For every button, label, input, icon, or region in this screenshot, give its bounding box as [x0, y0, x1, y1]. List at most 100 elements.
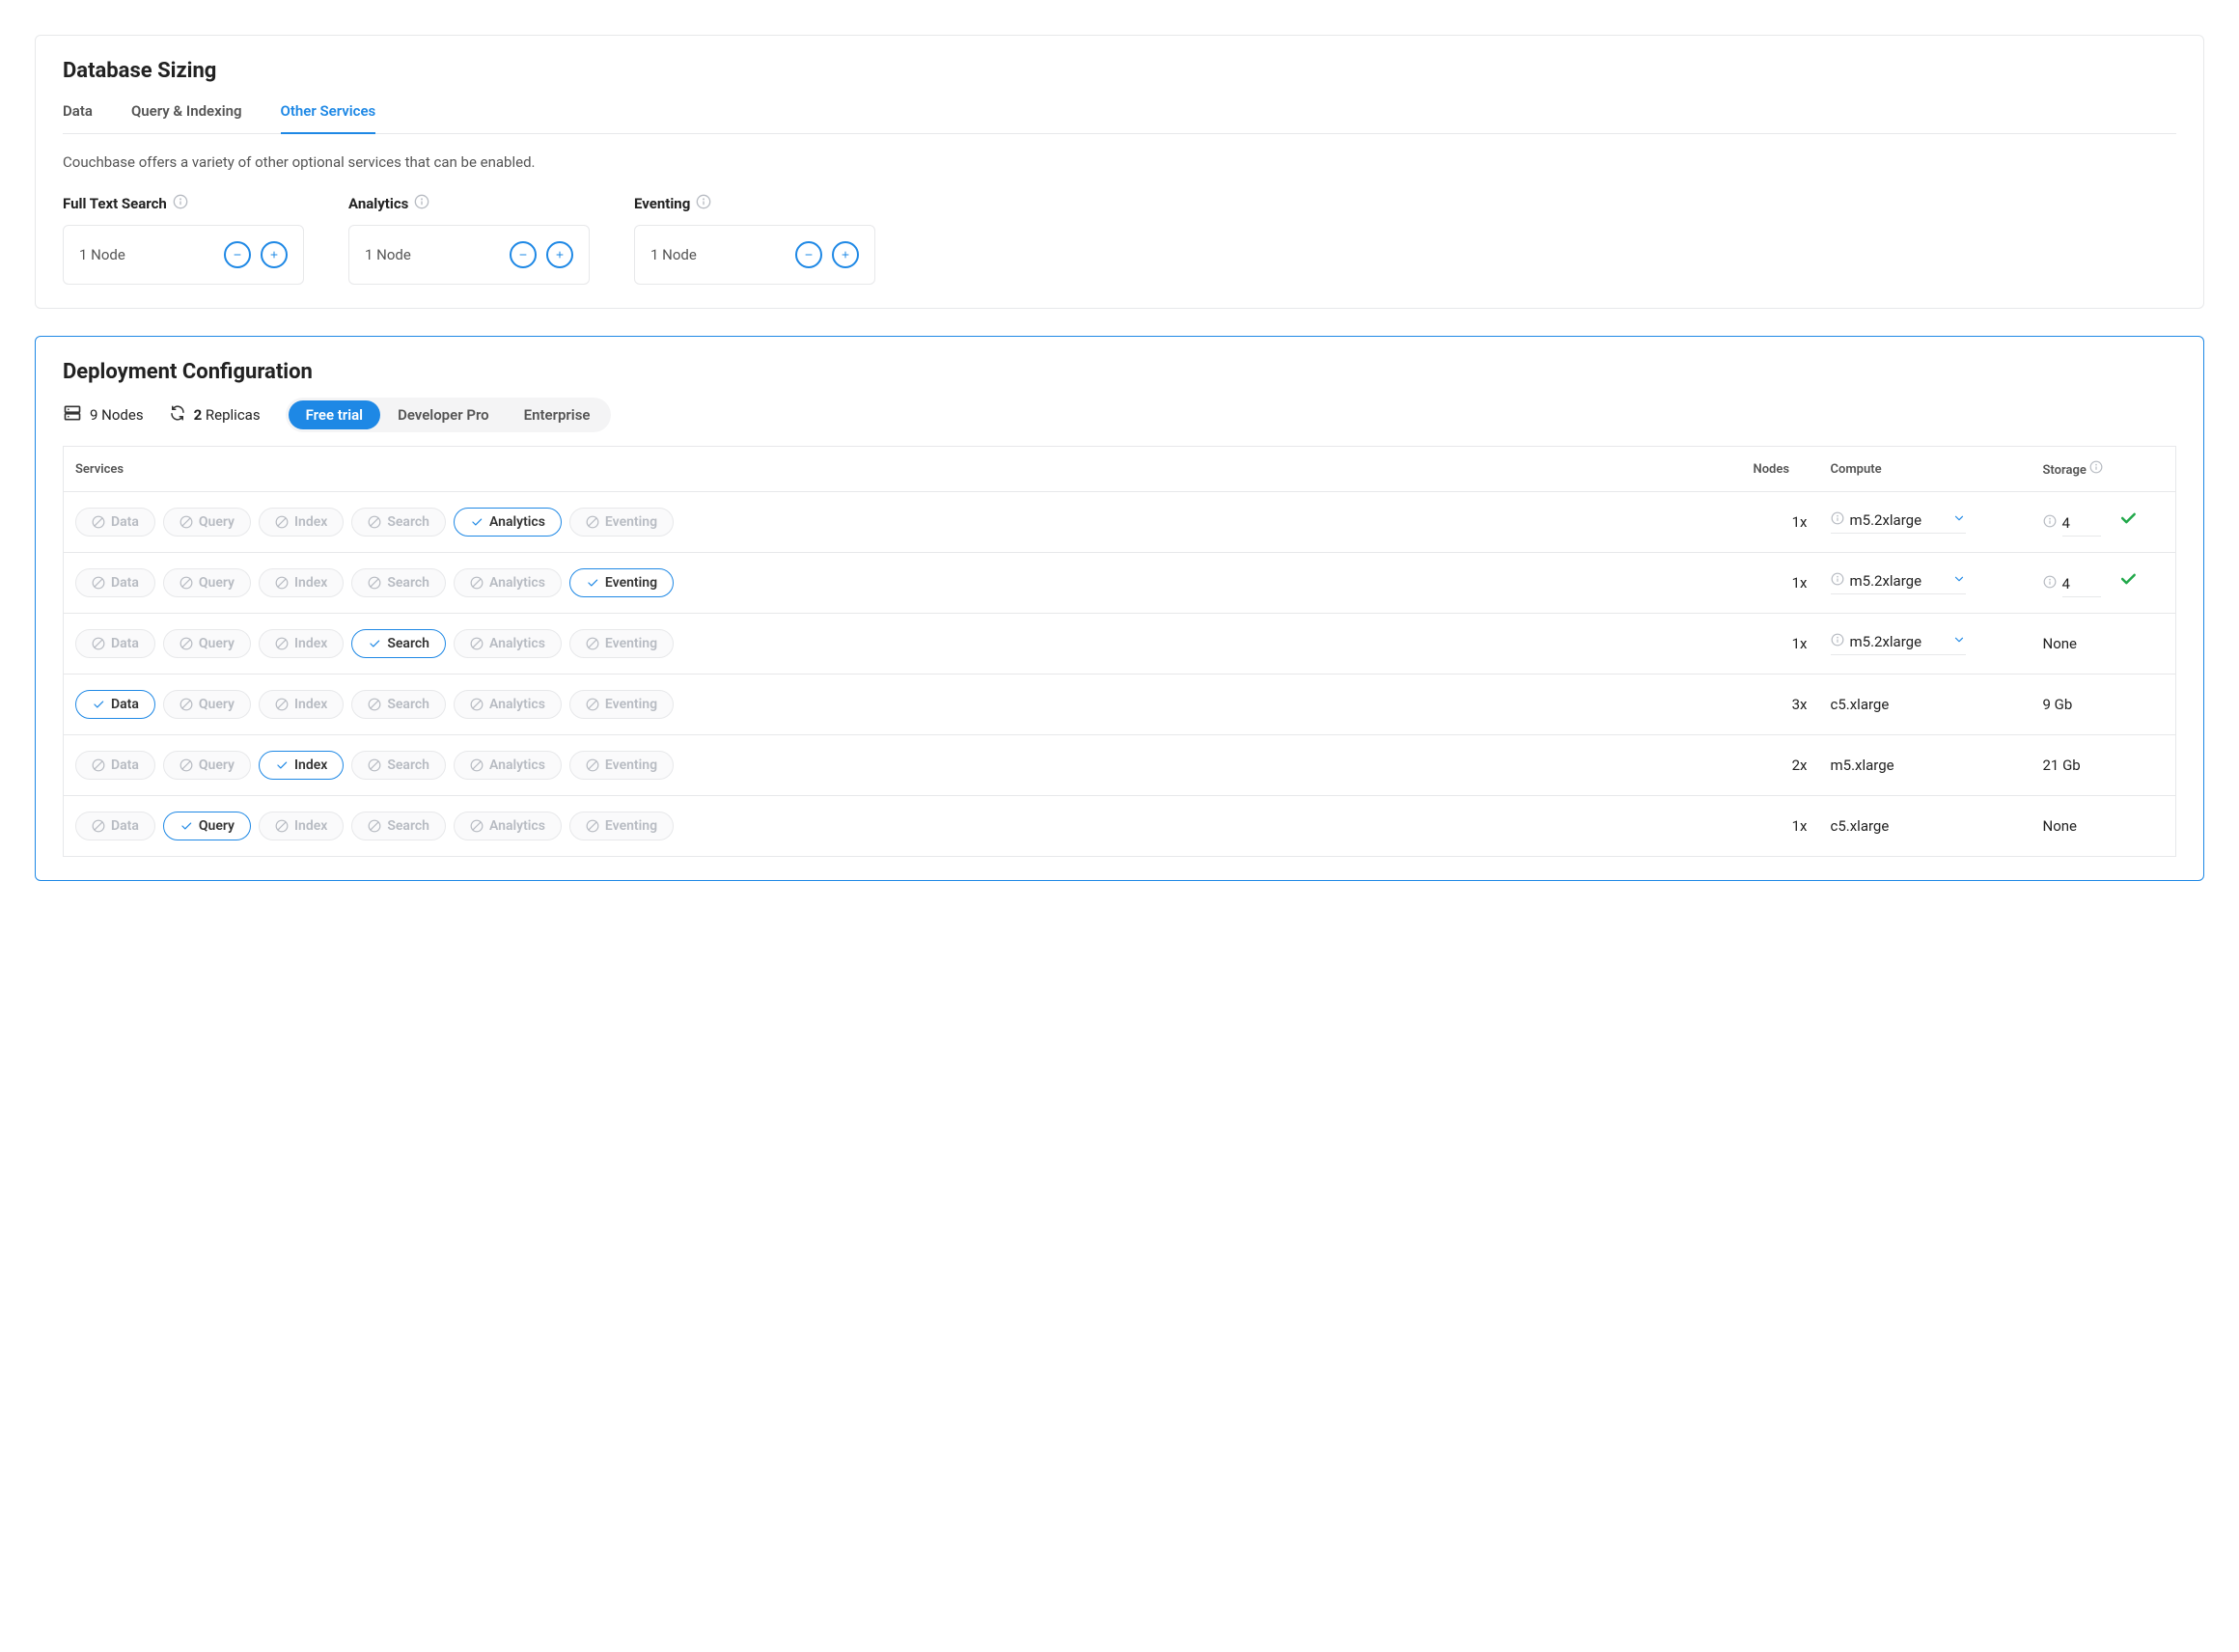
service-pill-eventing[interactable]: Eventing [569, 629, 674, 658]
eventing-increment-button[interactable] [832, 241, 859, 268]
info-icon[interactable] [173, 194, 188, 213]
service-pill-query[interactable]: Query [163, 812, 251, 840]
tab-other-services[interactable]: Other Services [281, 91, 376, 133]
table-row: DataQueryIndexSearchAnalyticsEventing1xc… [64, 796, 2176, 857]
service-pill-analytics[interactable]: Analytics [454, 568, 562, 597]
service-pill-label: Search [387, 514, 429, 530]
service-pill-analytics[interactable]: Analytics [454, 751, 562, 780]
storage-input[interactable]: 4 [2062, 514, 2101, 537]
analytics-increment-button[interactable] [546, 241, 573, 268]
compute-cell: c5.xlarge [1819, 796, 2032, 857]
service-pill-eventing[interactable]: Eventing [569, 508, 674, 537]
compute-cell: m5.xlarge [1819, 735, 2032, 796]
storage-cell: 9 Gb [2032, 675, 2176, 735]
nodes-cell: 1x [1742, 553, 1819, 614]
compute-select[interactable]: m5.2xlarge [1831, 572, 1966, 594]
service-pill-label: Analytics [489, 818, 545, 834]
service-pill-eventing[interactable]: Eventing [569, 690, 674, 719]
check-icon [92, 698, 105, 711]
fts-decrement-button[interactable] [224, 241, 251, 268]
service-pill-search[interactable]: Search [351, 508, 446, 537]
table-row: DataQueryIndexSearchAnalyticsEventing1xm… [64, 614, 2176, 675]
info-icon[interactable] [2089, 463, 2103, 478]
service-pill-index[interactable]: Index [259, 508, 344, 537]
service-pill-eventing[interactable]: Eventing [569, 812, 674, 840]
service-pill-search[interactable]: Search [351, 812, 446, 840]
service-pill-index[interactable]: Index [259, 751, 344, 780]
service-pill-search[interactable]: Search [351, 690, 446, 719]
fts-stepper: 1 Node [63, 225, 304, 285]
sizing-title: Database Sizing [63, 59, 2176, 83]
plan-developer-pro[interactable]: Developer Pro [380, 400, 507, 429]
info-icon[interactable] [414, 194, 429, 213]
services-cell: Data Query Index Search AnalyticsEventing [64, 492, 1742, 553]
service-pill-label: Index [294, 514, 327, 530]
analytics-decrement-button[interactable] [510, 241, 537, 268]
service-pill-query[interactable]: Query [163, 751, 251, 780]
check-icon [368, 637, 381, 650]
service-pill-label: Query [199, 514, 235, 530]
ban-icon [180, 576, 193, 590]
compute-select[interactable]: m5.2xlarge [1831, 511, 1966, 534]
info-icon [1831, 633, 1844, 650]
service-pill-label: Query [199, 636, 235, 651]
service-pill-query[interactable]: Query [163, 690, 251, 719]
service-pill-analytics[interactable]: Analytics [454, 812, 562, 840]
service-pill-label: Search [387, 697, 429, 712]
storage-input[interactable]: 4 [2062, 575, 2101, 597]
compute-value: m5.2xlarge [1850, 511, 1922, 529]
col-storage: Storage [2032, 447, 2176, 492]
compute-value: m5.2xlarge [1850, 633, 1922, 650]
service-pill-label: Eventing [605, 818, 657, 834]
service-pill-index[interactable]: Index [259, 629, 344, 658]
ban-icon [275, 515, 289, 529]
info-icon[interactable] [696, 194, 711, 213]
service-pill-data[interactable]: Data [75, 629, 155, 658]
services-cell: Data Query IndexSearch Analytics Eventing [64, 796, 1742, 857]
ban-icon [92, 515, 105, 529]
compute-value: m5.2xlarge [1850, 572, 1922, 590]
ban-icon [275, 698, 289, 711]
services-cell: Data Query IndexSearch Analytics Eventing [64, 614, 1742, 675]
plan-selector: Free trialDeveloper ProEnterprise [286, 398, 611, 432]
service-pill-label: Eventing [605, 757, 657, 773]
service-pill-index[interactable]: Index [259, 690, 344, 719]
service-pill-analytics[interactable]: Analytics [454, 690, 562, 719]
service-pill-label: Eventing [605, 636, 657, 651]
tab-query-indexing[interactable]: Query & Indexing [131, 91, 242, 133]
service-pill-search[interactable]: Search [351, 568, 446, 597]
service-pill-analytics[interactable]: Analytics [454, 629, 562, 658]
ban-icon [368, 819, 381, 833]
nodes-summary: 9 Nodes [63, 403, 144, 427]
plan-enterprise[interactable]: Enterprise [507, 400, 608, 429]
ban-icon [92, 576, 105, 590]
service-pill-query[interactable]: Query [163, 508, 251, 537]
fts-increment-button[interactable] [261, 241, 288, 268]
service-pill-data[interactable]: Data [75, 568, 155, 597]
service-pill-query[interactable]: Query [163, 629, 251, 658]
service-pill-label: Data [111, 818, 139, 834]
service-pill-data[interactable]: Data [75, 508, 155, 537]
chevron-down-icon [1952, 572, 1966, 590]
compute-cell: m5.2xlarge [1819, 614, 2032, 675]
plan-free-trial[interactable]: Free trial [289, 400, 380, 429]
service-pill-search[interactable]: Search [351, 751, 446, 780]
eventing-decrement-button[interactable] [795, 241, 822, 268]
service-pill-query[interactable]: Query [163, 568, 251, 597]
service-pill-data[interactable]: Data [75, 690, 155, 719]
compute-select[interactable]: m5.2xlarge [1831, 633, 1966, 655]
service-pill-eventing[interactable]: Eventing [569, 751, 674, 780]
service-pill-data[interactable]: Data [75, 812, 155, 840]
service-pill-eventing[interactable]: Eventing [569, 568, 674, 597]
service-pill-data[interactable]: Data [75, 751, 155, 780]
analytics-group: Analytics 1 Node [348, 194, 590, 285]
deployment-table: Services Nodes Compute Storage DataQuery… [63, 446, 2176, 857]
service-pill-index[interactable]: Index [259, 812, 344, 840]
storage-value: 4 [2062, 575, 2070, 592]
service-pill-index[interactable]: Index [259, 568, 344, 597]
ban-icon [92, 819, 105, 833]
service-pill-search[interactable]: Search [351, 629, 446, 658]
service-pill-analytics[interactable]: Analytics [454, 508, 562, 537]
tab-data[interactable]: Data [63, 91, 93, 133]
services-cell: Data Query Index Search AnalyticsEventing [64, 675, 1742, 735]
